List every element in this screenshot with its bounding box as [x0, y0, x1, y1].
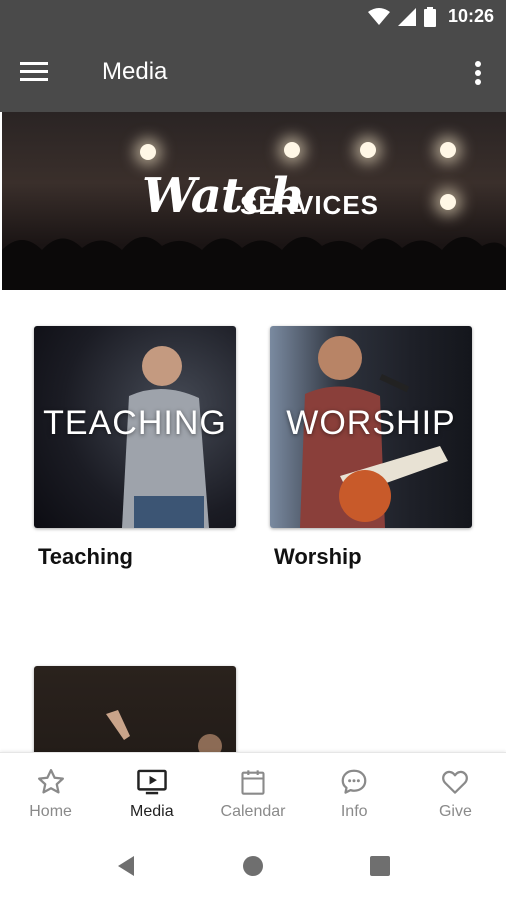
- watch-services-banner[interactable]: Watch SERVICES: [2, 112, 506, 290]
- teaching-card[interactable]: TEACHING Teaching: [34, 326, 236, 570]
- tv-play-icon: [137, 769, 167, 795]
- worship-overlay-text: WORSHIP: [286, 404, 456, 442]
- nav-home[interactable]: Home: [0, 753, 101, 833]
- bottom-navigation: Home Media Calendar Info Give: [0, 752, 506, 833]
- nav-media-label: Media: [130, 803, 174, 820]
- status-bar: 10:26: [0, 0, 506, 36]
- nav-media[interactable]: Media: [101, 753, 202, 833]
- stage-light: [360, 142, 376, 158]
- home-circle-icon[interactable]: [241, 854, 265, 878]
- teaching-overlay-text: TEACHING: [43, 404, 227, 442]
- worship-card[interactable]: WORSHIP Worship: [270, 326, 472, 570]
- stage-light: [440, 194, 456, 210]
- nav-info[interactable]: Info: [304, 753, 405, 833]
- stage-light: [140, 144, 156, 160]
- nav-info-label: Info: [340, 803, 368, 820]
- nav-home-label: Home: [29, 803, 72, 820]
- stage-light: [440, 142, 456, 158]
- app-bar: Media: [0, 36, 506, 112]
- chat-bubble-icon: [341, 769, 367, 794]
- calendar-icon: [241, 770, 265, 795]
- nav-calendar-label: Calendar: [220, 803, 286, 820]
- teaching-thumbnail: TEACHING: [34, 326, 236, 528]
- worship-label: Worship: [274, 544, 362, 569]
- signal-icon: [397, 7, 416, 26]
- more-vertical-icon[interactable]: [468, 58, 488, 90]
- nav-give[interactable]: Give: [405, 753, 506, 833]
- stage-light: [284, 142, 300, 158]
- nav-calendar[interactable]: Calendar: [202, 753, 303, 833]
- recents-square-icon[interactable]: [369, 855, 391, 877]
- crowd-silhouette: [2, 236, 506, 290]
- worship-thumbnail: WORSHIP: [270, 326, 472, 528]
- teaching-label: Teaching: [38, 544, 133, 569]
- back-icon[interactable]: [114, 854, 138, 878]
- status-icons: 10:26: [367, 6, 494, 27]
- status-time: 10:26: [447, 6, 494, 26]
- system-navigation-bar: [0, 832, 506, 900]
- heart-icon: [442, 770, 469, 794]
- nav-give-label: Give: [438, 803, 472, 820]
- wifi-icon: [367, 7, 390, 25]
- hamburger-menu-icon[interactable]: [20, 60, 54, 88]
- page-title: Media: [102, 58, 168, 85]
- star-icon: [37, 769, 64, 794]
- battery-icon: [423, 6, 436, 27]
- banner-title-caps: SERVICES: [240, 190, 380, 220]
